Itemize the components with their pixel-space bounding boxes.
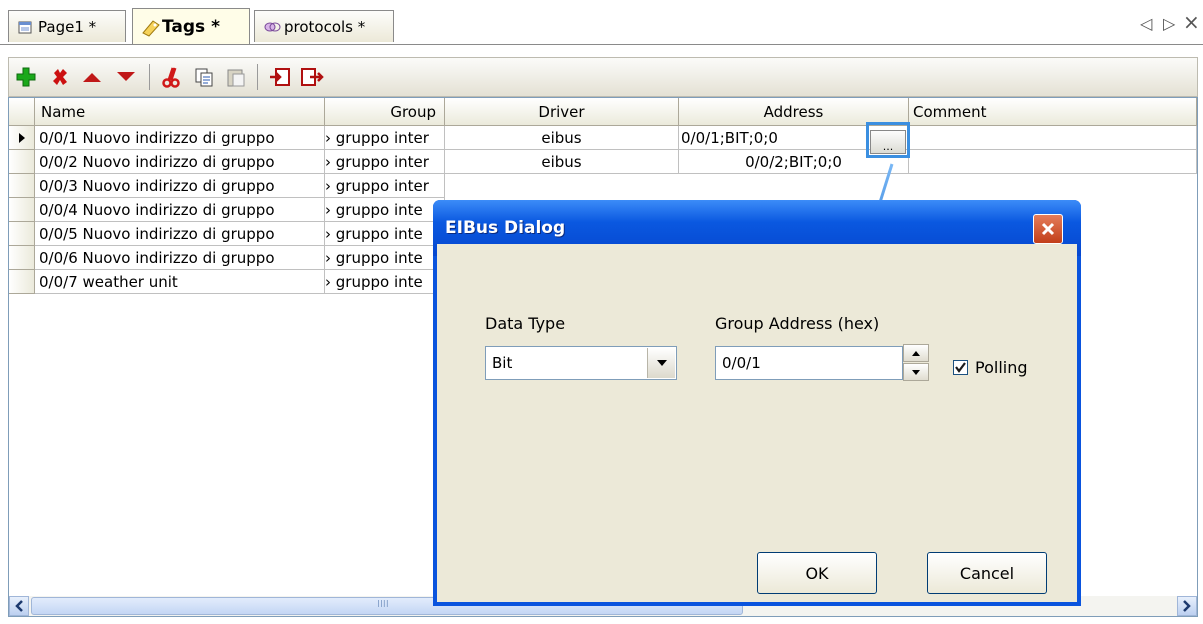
tab-next-button[interactable]: ▷ <box>1163 14 1175 33</box>
move-down-button[interactable] <box>113 64 139 90</box>
group-address-label: Group Address (hex) <box>715 314 880 333</box>
protocols-icon <box>263 19 281 35</box>
delete-icon <box>53 69 67 85</box>
move-up-icon <box>83 73 101 82</box>
row-selector[interactable] <box>9 270 35 294</box>
toolbar-separator <box>257 64 258 90</box>
cell-driver[interactable]: eibus <box>445 150 679 174</box>
eibus-dialog: EIBus Dialog Data Type Group Address (he… <box>433 200 1081 606</box>
corner-header <box>9 98 35 126</box>
copy-button[interactable] <box>191 64 217 90</box>
column-header-driver[interactable]: Driver <box>445 98 679 126</box>
tab-tags[interactable]: Tags * <box>132 8 250 44</box>
cell-group[interactable]: › gruppo inter <box>325 150 445 174</box>
row-selector[interactable] <box>9 174 35 198</box>
polling-label[interactable]: Polling <box>975 358 1028 377</box>
cell-group[interactable]: › gruppo inte <box>325 222 445 246</box>
toolbar <box>8 57 1198 97</box>
scroll-grip: IIII <box>377 599 389 610</box>
export-button[interactable] <box>299 64 325 90</box>
row-selector[interactable] <box>9 126 35 150</box>
column-header-name[interactable]: Name <box>35 98 325 126</box>
chevron-right-icon <box>1183 600 1191 612</box>
spin-up-button[interactable] <box>903 344 929 362</box>
column-header-comment[interactable]: Comment <box>909 98 1197 126</box>
polling-checkbox[interactable] <box>953 360 968 375</box>
dropdown-button[interactable] <box>647 348 675 378</box>
cell-comment[interactable] <box>909 126 1197 150</box>
ok-button[interactable]: OK <box>757 552 877 594</box>
cell-name[interactable]: 0/0/3 Nuovo indirizzo di gruppo <box>35 174 325 198</box>
tab-strip: Page1 * Tags * protocols * ◁ ▷ × <box>0 0 1203 52</box>
cell-name[interactable]: 0/0/6 Nuovo indirizzo di gruppo <box>35 246 325 270</box>
move-up-button[interactable] <box>79 64 105 90</box>
chevron-down-icon <box>912 369 920 375</box>
import-icon <box>270 68 290 86</box>
cell-name[interactable]: 0/0/4 Nuovo indirizzo di gruppo <box>35 198 325 222</box>
dialog-body: Data Type Group Address (hex) Bit 0/0/1 … <box>437 244 1077 602</box>
tab-label: protocols * <box>284 17 366 36</box>
tab-label: Page1 * <box>38 17 97 36</box>
group-address-spinner[interactable] <box>903 344 929 382</box>
cell-group[interactable]: › gruppo inter <box>325 126 445 150</box>
tab-underline <box>0 44 1203 45</box>
cancel-button[interactable]: Cancel <box>927 552 1047 594</box>
page-icon <box>17 19 33 35</box>
cell-name[interactable]: 0/0/7 weather unit <box>35 270 325 294</box>
add-button[interactable] <box>13 64 39 90</box>
chevron-down-icon <box>656 360 667 366</box>
group-address-value: 0/0/1 <box>722 354 761 372</box>
spin-down-button[interactable] <box>903 363 929 381</box>
chevron-up-icon <box>912 350 920 356</box>
row-selector[interactable] <box>9 222 35 246</box>
cell-group[interactable]: › gruppo inte <box>325 198 445 222</box>
close-icon <box>1041 222 1055 236</box>
cell-name[interactable]: 0/0/1 Nuovo indirizzo di gruppo <box>35 126 325 150</box>
move-down-icon <box>117 72 135 81</box>
cut-icon <box>162 67 180 88</box>
import-button[interactable] <box>267 64 293 90</box>
scroll-left-button[interactable] <box>9 596 29 616</box>
row-selector[interactable] <box>9 246 35 270</box>
tab-page1[interactable]: Page1 * <box>8 10 126 42</box>
scroll-right-button[interactable] <box>1177 596 1197 616</box>
row-selector[interactable] <box>9 198 35 222</box>
tab-protocols[interactable]: protocols * <box>254 10 394 42</box>
column-header-group[interactable]: Group <box>325 98 445 126</box>
paste-icon <box>227 69 245 87</box>
data-type-select[interactable]: Bit <box>485 346 677 380</box>
add-icon <box>16 67 36 87</box>
cell-name[interactable]: 0/0/5 Nuovo indirizzo di gruppo <box>35 222 325 246</box>
cell-group[interactable]: › gruppo inte <box>325 246 445 270</box>
copy-icon <box>195 68 213 87</box>
chevron-left-icon <box>15 600 23 612</box>
delete-button[interactable] <box>47 64 73 90</box>
current-row-icon <box>19 133 25 143</box>
highlight-box <box>866 122 910 158</box>
tab-prev-button[interactable]: ◁ <box>1140 14 1152 33</box>
paste-button[interactable] <box>223 64 249 90</box>
cell-name[interactable]: 0/0/2 Nuovo indirizzo di gruppo <box>35 150 325 174</box>
row-selector[interactable] <box>9 150 35 174</box>
group-address-input[interactable]: 0/0/1 <box>715 346 903 380</box>
data-type-value: Bit <box>492 354 513 372</box>
tab-label: Tags * <box>162 16 220 37</box>
toolbar-separator <box>149 64 150 90</box>
cell-comment[interactable] <box>909 150 1197 174</box>
dialog-title: EIBus Dialog <box>445 218 566 238</box>
export-icon <box>301 68 324 86</box>
tab-close-button[interactable]: × <box>1183 10 1200 34</box>
cell-group[interactable]: › gruppo inter <box>325 174 445 198</box>
data-type-label: Data Type <box>485 314 566 333</box>
cell-driver[interactable]: eibus <box>445 126 679 150</box>
checkmark-icon <box>955 362 966 373</box>
dialog-close-button[interactable] <box>1033 214 1063 244</box>
cut-button[interactable] <box>159 64 185 90</box>
cell-group[interactable]: › gruppo inte <box>325 270 445 294</box>
tags-icon <box>141 19 160 37</box>
